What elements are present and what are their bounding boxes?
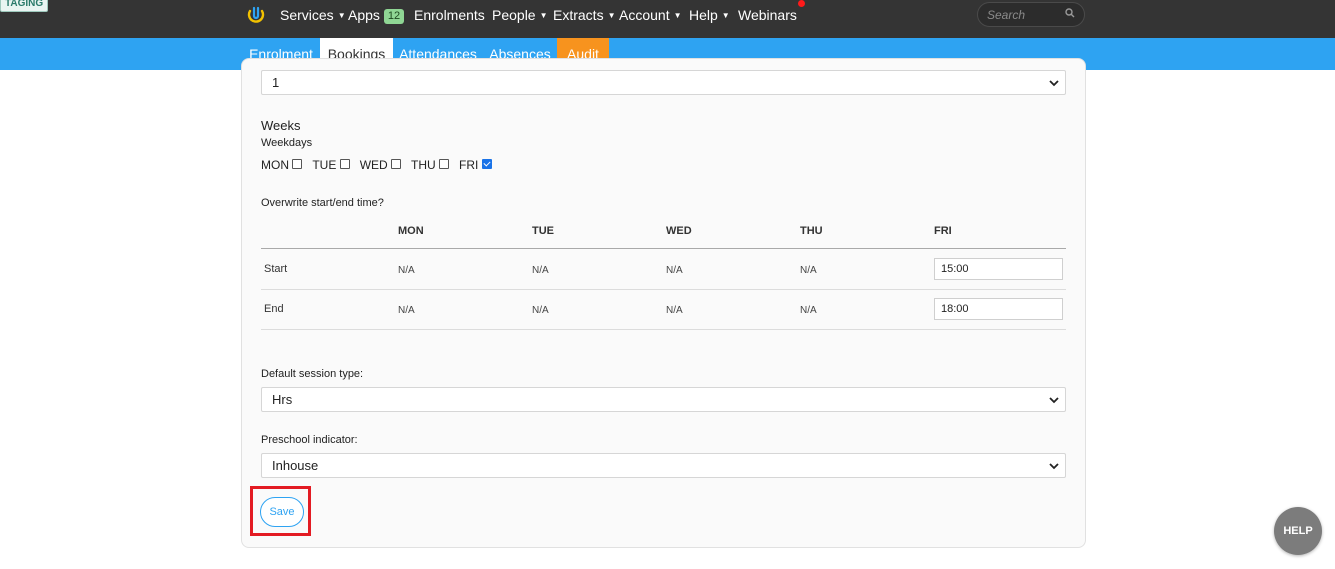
nav-account[interactable]: Account ▼: [619, 6, 682, 25]
weekday-wed-checkbox[interactable]: [391, 159, 402, 169]
chevron-down-icon: [1049, 463, 1059, 470]
app-logo-icon[interactable]: [246, 5, 266, 25]
weekday-tue-label: TUE: [312, 158, 337, 172]
search-box[interactable]: [977, 2, 1085, 27]
preschool-indicator-value: Inhouse: [272, 458, 319, 473]
save-button[interactable]: Save: [260, 497, 304, 527]
weekday-mon-label: MON: [261, 158, 289, 172]
start-mon-cell: N/A: [398, 265, 415, 276]
weekday-fri-checkbox[interactable]: [481, 159, 492, 169]
table-header-fri: FRI: [934, 225, 952, 237]
table-header-divider: [261, 248, 1066, 249]
weekday-fri-label: FRI: [459, 158, 479, 172]
weekdays-label: Weekdays: [261, 137, 313, 149]
nav-account-label: Account: [619, 7, 670, 23]
overwrite-times-label: Overwrite start/end time?: [261, 197, 384, 209]
weekday-fri: FRI: [459, 158, 498, 172]
nav-webinars[interactable]: Webinars: [738, 6, 797, 24]
nav-services[interactable]: Services ▼: [280, 6, 346, 25]
caret-down-icon: ▼: [539, 11, 548, 20]
weekday-mon-checkbox[interactable]: [292, 159, 303, 169]
nav-enrolments-label: Enrolments: [414, 7, 485, 23]
caret-down-icon: ▼: [337, 11, 346, 20]
end-fri-time-input[interactable]: 18:00: [934, 298, 1063, 320]
search-icon[interactable]: [1064, 7, 1076, 19]
table-header-mon: MON: [398, 225, 424, 237]
preschool-indicator-select[interactable]: Inhouse: [261, 453, 1066, 478]
weeks-count-select[interactable]: 1: [261, 70, 1066, 95]
end-thu-cell: N/A: [800, 305, 817, 316]
end-mon-cell: N/A: [398, 305, 415, 316]
search-input[interactable]: [987, 7, 1057, 23]
nav-people-label: People: [492, 7, 536, 23]
start-thu-cell: N/A: [800, 265, 817, 276]
weekday-tue: TUE: [312, 158, 355, 172]
session-type-label: Default session type:: [261, 368, 364, 380]
start-fri-time-input[interactable]: 15:00: [934, 258, 1063, 280]
table-header-thu: THU: [800, 225, 823, 237]
preschool-indicator-label: Preschool indicator:: [261, 434, 358, 446]
weekday-thu-label: THU: [411, 158, 436, 172]
nav-enrolments[interactable]: Enrolments: [414, 6, 485, 24]
weekday-thu-checkbox[interactable]: [439, 159, 450, 169]
start-tue-cell: N/A: [532, 265, 549, 276]
chevron-down-icon: [1049, 397, 1059, 404]
nav-help-label: Help: [689, 7, 718, 23]
row-end-label: End: [264, 303, 284, 315]
table-bottom-divider: [261, 329, 1066, 330]
table-header-tue: TUE: [532, 225, 554, 237]
session-type-value: Hrs: [272, 392, 293, 407]
table-row-divider: [261, 289, 1066, 290]
end-wed-cell: N/A: [666, 305, 683, 316]
weeks-heading: Weeks: [261, 118, 301, 133]
table-header-wed: WED: [666, 225, 692, 237]
end-tue-cell: N/A: [532, 305, 549, 316]
nav-services-label: Services: [280, 7, 334, 23]
weekday-thu: THU: [411, 158, 455, 172]
row-start-label: Start: [264, 263, 288, 275]
chevron-down-icon: [1049, 80, 1059, 87]
notification-dot: [798, 0, 805, 7]
apps-count-badge: 12: [383, 9, 405, 24]
session-type-select[interactable]: Hrs: [261, 387, 1066, 412]
nav-apps-label: Apps: [348, 7, 380, 23]
nav-people[interactable]: People ▼: [492, 6, 548, 25]
nav-help[interactable]: Help ▼: [689, 6, 730, 25]
nav-extracts[interactable]: Extracts ▼: [553, 6, 616, 25]
weekday-mon: MON: [261, 158, 308, 172]
weekday-wed: WED: [360, 158, 407, 172]
weekday-checkboxes: MON TUE WED THU FRI: [261, 158, 502, 172]
caret-down-icon: ▼: [607, 11, 616, 20]
caret-down-icon: ▼: [721, 11, 730, 20]
start-wed-cell: N/A: [666, 265, 683, 276]
nav-webinars-label: Webinars: [738, 7, 797, 23]
weekday-wed-label: WED: [359, 158, 388, 172]
weeks-count-value: 1: [272, 75, 280, 90]
caret-down-icon: ▼: [673, 11, 682, 20]
help-floating-button[interactable]: HELP: [1274, 507, 1322, 555]
top-navbar: TAGING Services ▼ Apps 12 Enrolments Peopl…: [0, 0, 1335, 38]
nav-extracts-label: Extracts: [553, 7, 604, 23]
nav-apps[interactable]: Apps 12: [348, 6, 405, 24]
environment-badge: TAGING: [0, 0, 49, 12]
weekday-tue-checkbox[interactable]: [339, 159, 350, 169]
